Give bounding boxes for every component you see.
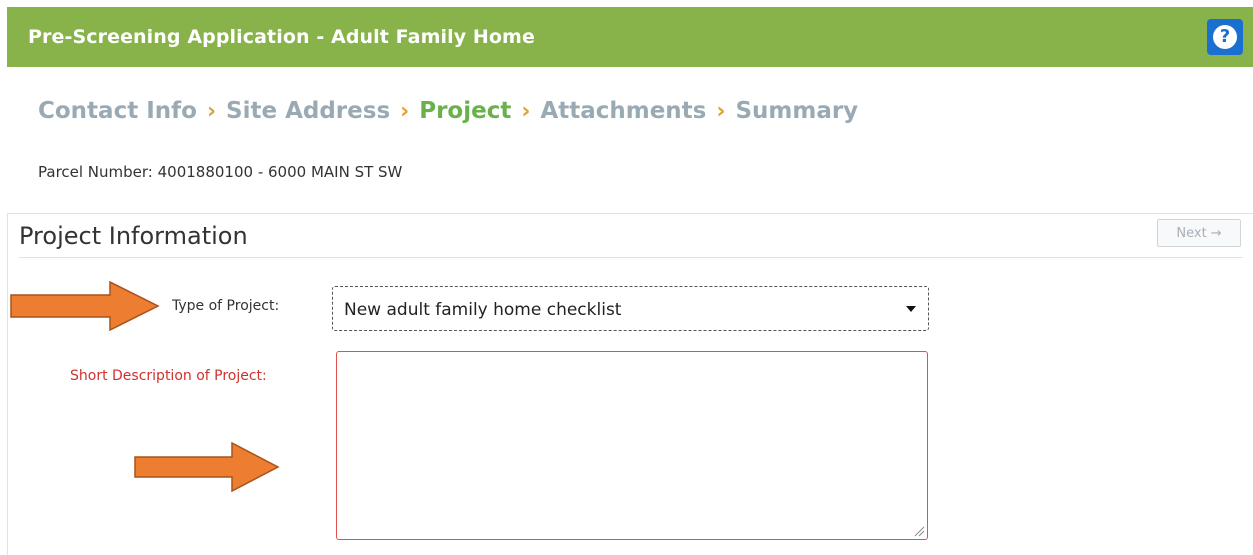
annotation-arrow-icon <box>10 281 160 331</box>
breadcrumb-project[interactable]: Project <box>419 98 511 124</box>
breadcrumb: Contact Info › Site Address › Project › … <box>38 98 858 124</box>
app-title: Pre-Screening Application - Adult Family… <box>28 26 535 48</box>
chevron-right-icon: › <box>400 98 410 124</box>
chevron-right-icon: › <box>716 98 726 124</box>
panel-divider <box>19 257 1243 258</box>
breadcrumb-site-address[interactable]: Site Address <box>226 98 390 124</box>
short-description-textarea[interactable] <box>336 351 928 540</box>
type-of-project-label: Type of Project: <box>172 298 280 314</box>
help-icon: ? <box>1213 25 1237 49</box>
type-of-project-value: New adult family home checklist <box>344 300 622 320</box>
parcel-number: Parcel Number: 4001880100 - 6000 MAIN ST… <box>38 163 403 181</box>
breadcrumb-attachments[interactable]: Attachments <box>540 98 706 124</box>
next-button-label: Next <box>1176 225 1207 241</box>
chevron-right-icon: › <box>206 98 217 124</box>
type-of-project-select[interactable]: New adult family home checklist <box>332 286 929 331</box>
chevron-right-icon: › <box>521 98 531 124</box>
panel-title: Project Information <box>19 222 248 250</box>
breadcrumb-summary[interactable]: Summary <box>735 98 858 124</box>
arrow-right-icon: → <box>1210 225 1222 241</box>
short-description-label: Short Description of Project: <box>70 368 267 384</box>
resize-grip-icon[interactable] <box>913 525 925 537</box>
next-button[interactable]: Next → <box>1157 219 1241 247</box>
app-header: Pre-Screening Application - Adult Family… <box>7 7 1253 67</box>
caret-down-icon <box>906 306 916 312</box>
breadcrumb-contact-info[interactable]: Contact Info <box>38 98 197 124</box>
help-button[interactable]: ? <box>1207 19 1243 55</box>
annotation-arrow-icon <box>134 442 280 492</box>
